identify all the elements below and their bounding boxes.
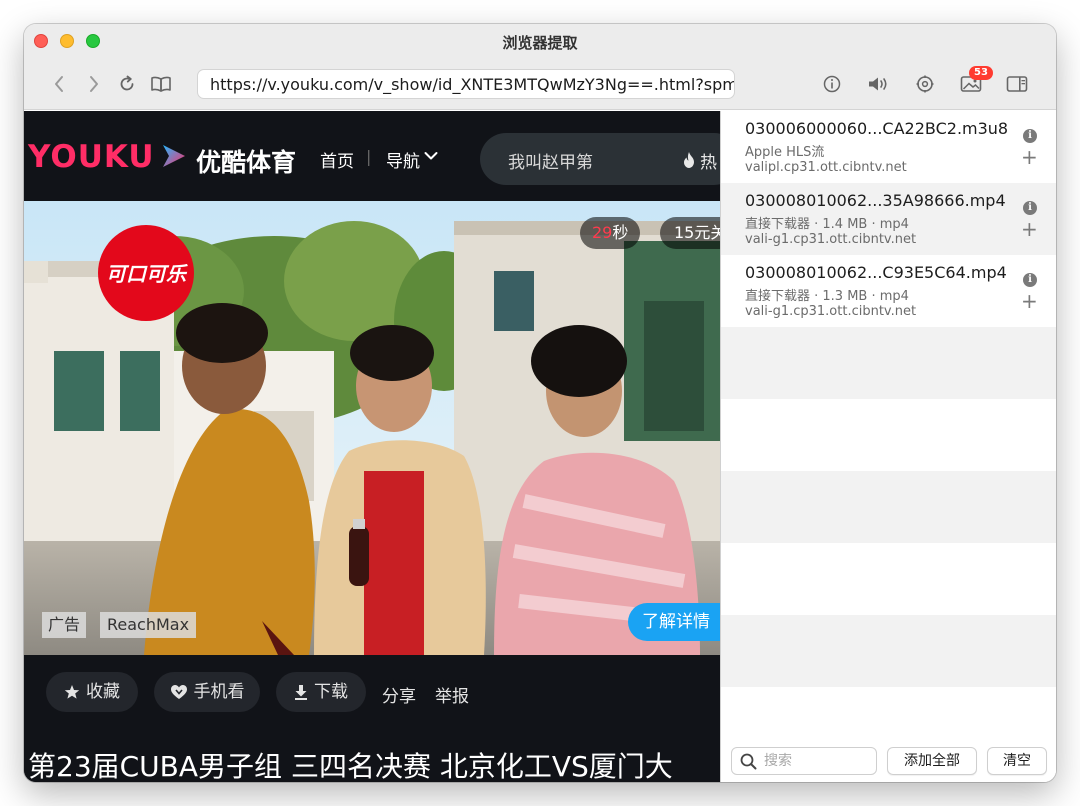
report-link[interactable]: 举报 [435,682,469,707]
reader-icon[interactable] [150,73,172,95]
media-file-name: 030006000060...CA22BC2.m3u8 [745,119,1009,138]
heart-icon [170,685,187,699]
extension-icon[interactable] [914,73,936,95]
media-file-host: valipl.cp31.ott.cibntv.net [745,160,907,175]
youku-play-logo-icon [163,145,185,167]
add-all-button[interactable]: 添加全部 [887,747,977,775]
media-file-name: 030008010062...35A98666.mp4 [745,191,1006,210]
plus-icon[interactable]: + [1021,291,1038,311]
media-count-badge: 53 [969,66,993,80]
ad-countdown-unit: 秒 [612,223,629,242]
forward-icon[interactable] [83,73,105,95]
media-file-type: 直接下载器 · 1.4 MB · mp4 [745,217,909,232]
empty-list-row [721,615,1056,687]
star-icon [64,685,80,699]
media-file-type: Apple HLS流 [745,145,825,160]
video-title: 第23届CUBA男子组 三四名决赛 北京化工VS厦门大 [28,750,673,782]
share-link[interactable]: 分享 [382,682,416,707]
media-file-host: vali-g1.cp31.ott.cibntv.net [745,304,917,319]
speaker-icon[interactable] [866,73,892,95]
plus-icon[interactable]: + [1021,219,1038,239]
empty-list-row [721,399,1056,471]
browser-toolbar: https://v.youku.com/v_show/id_XNTE3MTQwM… [24,58,1056,110]
youku-logo[interactable]: YOUKU [28,139,155,175]
watch-on-mobile-label: 手机看 [193,682,245,702]
window-title: 浏览器提取 [502,34,578,52]
media-list-item[interactable]: 030006000060...CA22BC2.m3u8 Apple HLS流 v… [721,111,1056,183]
address-bar-url: https://v.youku.com/v_show/id_XNTE3MTQwM… [210,75,735,94]
ad-learn-more-button[interactable]: 了解详情 [628,603,720,641]
nav-guide-menu[interactable]: 导航 [386,147,420,172]
empty-list-row [721,543,1056,615]
sidebar-search-field[interactable] [731,747,877,775]
empty-list-row [721,687,1056,741]
search-icon [740,753,757,770]
ad-countdown-number: 29 [592,223,613,242]
download-button[interactable]: 下载 [276,672,366,712]
address-bar[interactable]: https://v.youku.com/v_show/id_XNTE3MTQwM… [197,69,735,99]
video-player[interactable]: 可口可乐 29秒 15元关 广告 ReachMax 了解详情 [24,201,720,655]
sidebar-toggle-icon[interactable] [1006,73,1028,95]
media-file-name: 030008010062...C93E5C64.mp4 [745,263,1007,282]
plus-icon[interactable]: + [1021,147,1038,167]
nav-separator: | [366,147,372,166]
chevron-down-icon[interactable] [424,151,438,161]
site-search-text: 我叫赵甲第 [508,153,593,173]
empty-list-row [721,327,1056,399]
info-icon[interactable]: i [1023,273,1037,287]
extraction-sidebar: 030006000060...CA22BC2.m3u8 Apple HLS流 v… [720,111,1056,782]
browser-window: 浏览器提取 https://v.youku.com/v_show/id_XNTE… [24,24,1056,782]
download-icon [295,685,307,700]
sidebar-search-input[interactable] [764,751,872,771]
ad-brand-tag: ReachMax [100,612,197,638]
nav-home-link[interactable]: 首页 [320,147,354,172]
media-list-item[interactable]: 030008010062...35A98666.mp4 直接下载器 · 1.4 … [721,183,1056,255]
ad-countdown: 29秒 [580,217,641,249]
download-label: 下载 [314,682,348,702]
coca-cola-logo: 可口可乐 [106,262,188,286]
empty-list-row [721,471,1056,543]
media-file-host: vali-g1.cp31.ott.cibntv.net [745,232,917,247]
ad-tag: 广告 [42,612,87,638]
favorite-label: 收藏 [86,682,120,702]
info-icon[interactable] [821,73,843,95]
info-icon[interactable]: i [1023,201,1037,215]
media-file-type: 直接下载器 · 1.3 MB · mp4 [745,289,909,304]
clear-button[interactable]: 清空 [987,747,1047,775]
youku-header: YOUKU 优酷体育 首页 | 导航 我叫赵甲第 热 [24,111,720,201]
fire-icon [684,152,694,168]
skip-ad-vip-button[interactable]: 15元关 [660,217,720,249]
info-icon[interactable]: i [1023,129,1037,143]
favorite-button[interactable]: 收藏 [46,672,138,712]
site-search-hot-label: 热 [700,153,717,173]
video-action-bar: 收藏 手机看 下载 分享 举报 第23届CUBA男子组 三四名决赛 北京化工VS… [24,655,720,782]
sidebar-footer: 添加全部 清空 [721,741,1056,782]
youku-sports-label: 优酷体育 [196,148,297,177]
title-bar: 浏览器提取 [24,24,1056,58]
watch-on-mobile-button[interactable]: 手机看 [154,672,260,712]
web-page: YOUKU 优酷体育 首页 | 导航 我叫赵甲第 热 可口可乐 29秒 15元关… [24,111,720,782]
ad-video-frame: 可口可乐 [24,201,720,655]
back-icon[interactable] [48,73,70,95]
site-search-box[interactable]: 我叫赵甲第 热 [480,133,720,185]
media-list-item[interactable]: 030008010062...C93E5C64.mp4 直接下载器 · 1.3 … [721,255,1056,327]
reload-icon[interactable] [116,73,138,95]
